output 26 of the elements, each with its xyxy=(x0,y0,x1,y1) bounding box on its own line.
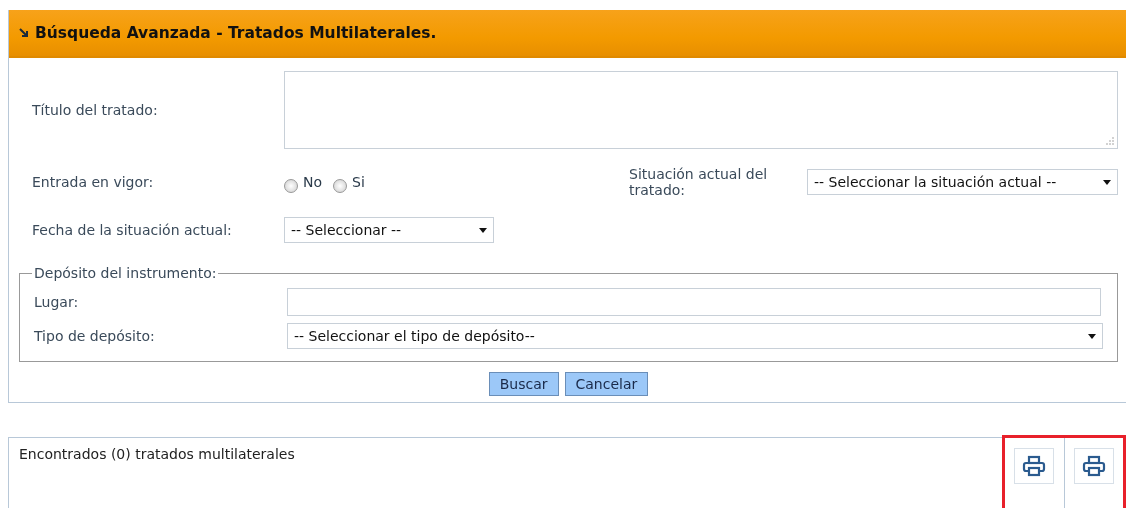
radio-button[interactable] xyxy=(333,179,348,193)
printer-icon xyxy=(1021,453,1048,479)
place-field[interactable] xyxy=(287,288,1101,316)
panel-title: Búsqueda Avanzada - Tratados Multilaterales. xyxy=(35,24,437,42)
fieldset-legend: Depósito del instrumento: xyxy=(32,265,219,281)
field-label: Tipo de depósito: xyxy=(34,328,156,344)
print-button[interactable] xyxy=(1014,448,1055,484)
title-field[interactable] xyxy=(284,71,1118,149)
radio-label: Si xyxy=(352,174,365,190)
resize-grip-icon xyxy=(1106,137,1114,145)
radio-label: No xyxy=(303,174,323,190)
search-button[interactable]: Buscar xyxy=(488,372,559,396)
field-label: Fecha de la situación actual: xyxy=(31,222,233,238)
field-label: Título del tratado: xyxy=(31,102,159,118)
field-label: Lugar: xyxy=(34,294,80,310)
cancel-button[interactable]: Cancelar xyxy=(564,372,649,396)
field-label: Entrada en vigor: xyxy=(31,174,155,190)
radio-button[interactable] xyxy=(284,179,298,193)
deposit-type-dropdown[interactable]: -- Seleccionar el tipo de depósito-- xyxy=(287,323,1103,349)
date-dropdown[interactable]: -- Seleccionar -- xyxy=(284,217,494,243)
results-summary: Encontrados (0) tratados multilaterales xyxy=(19,446,295,464)
printer-icon xyxy=(1080,453,1107,479)
field-label: Situación actual del tratado: xyxy=(629,166,769,198)
print-button[interactable] xyxy=(1073,448,1114,484)
status-dropdown[interactable]: -- Seleccionar la situación actual -- xyxy=(807,169,1118,195)
arrow-icon xyxy=(19,28,29,38)
